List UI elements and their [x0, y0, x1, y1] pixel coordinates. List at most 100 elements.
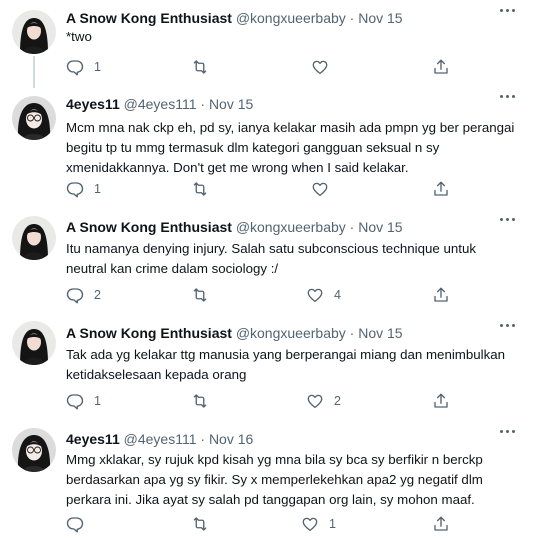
user-handle[interactable]: @kongxueerbaby	[236, 219, 346, 235]
user-handle[interactable]: @kongxueerbaby	[236, 10, 346, 26]
thread-connector-line	[33, 56, 35, 88]
display-name[interactable]: A Snow Kong Enthusiast	[66, 325, 232, 341]
header-separator: ·	[349, 325, 355, 341]
tweet-text: Mcm mna nak ckp eh, pd sy, ianya kelakar…	[66, 120, 515, 175]
tweet-date[interactable]: Nov 15	[209, 96, 253, 112]
user-handle[interactable]: @4eyes111	[124, 431, 197, 447]
like-button[interactable]	[311, 57, 339, 77]
reply-button[interactable]: 1	[66, 391, 101, 411]
like-button[interactable]: 4	[306, 285, 341, 305]
heart-icon	[312, 60, 328, 75]
tweet[interactable]: 4eyes11 @4eyes111 · Nov 15 Mcm mna nak c…	[0, 88, 534, 208]
reply-icon	[66, 394, 84, 410]
more-options-icon[interactable]	[500, 9, 516, 13]
share-button[interactable]	[432, 57, 450, 77]
avatar[interactable]	[12, 96, 56, 140]
like-count: 1	[329, 517, 336, 531]
tweet-text: *two	[66, 29, 92, 44]
reply-icon	[66, 288, 84, 304]
user-handle[interactable]: @kongxueerbaby	[236, 325, 346, 341]
share-button[interactable]	[432, 179, 450, 199]
like-count: 2	[334, 394, 341, 408]
header-separator: ·	[349, 10, 355, 26]
reply-count: 2	[94, 288, 101, 302]
retweet-icon	[193, 394, 207, 408]
share-icon	[434, 59, 448, 74]
header-separator: ·	[200, 431, 206, 447]
share-button[interactable]	[432, 285, 450, 305]
user-handle[interactable]: @4eyes111	[124, 96, 197, 112]
tweet-actions: 2 4	[66, 285, 466, 305]
like-button[interactable]: 1	[301, 514, 336, 534]
tweet[interactable]: A Snow Kong Enthusiast @kongxueerbaby · …	[0, 313, 534, 420]
tweet-actions: 1	[66, 57, 466, 77]
display-name[interactable]: 4eyes11	[66, 431, 120, 447]
more-options-icon[interactable]	[500, 218, 516, 222]
reply-button[interactable]: 2	[66, 285, 101, 305]
tweet-actions: 1	[66, 179, 466, 199]
avatar[interactable]	[12, 216, 56, 260]
share-icon	[434, 393, 448, 408]
more-options-icon[interactable]	[500, 95, 516, 99]
share-button[interactable]	[432, 391, 450, 411]
tweet-date[interactable]: Nov 16	[209, 431, 253, 447]
avatar[interactable]	[12, 10, 56, 54]
tweet-text: Tak ada yg kelakar ttg manusia yang berp…	[66, 347, 506, 382]
tweet-text: Mmg xklakar, sy rujuk kpd kisah yg mna b…	[66, 452, 483, 507]
reply-button[interactable]: 1	[66, 57, 101, 77]
tweet-header: 4eyes11 @4eyes111 · Nov 15	[66, 94, 253, 114]
retweet-icon	[193, 517, 207, 531]
tweet-date[interactable]: Nov 15	[358, 10, 402, 26]
tweet-date[interactable]: Nov 15	[358, 219, 402, 235]
display-name[interactable]: A Snow Kong Enthusiast	[66, 219, 232, 235]
retweet-button[interactable]	[190, 179, 220, 199]
retweet-icon	[193, 182, 207, 196]
reply-icon	[66, 517, 84, 533]
tweet-actions: 1 2	[66, 391, 466, 411]
more-options-icon[interactable]	[500, 324, 516, 328]
like-button[interactable]: 2	[306, 391, 341, 411]
more-options-icon[interactable]	[500, 430, 516, 434]
header-separator: ·	[200, 96, 206, 112]
tweet-header: A Snow Kong Enthusiast @kongxueerbaby · …	[66, 323, 403, 343]
retweet-button[interactable]	[190, 57, 220, 77]
retweet-button[interactable]	[190, 285, 220, 305]
reply-icon	[66, 182, 84, 198]
retweet-icon	[193, 60, 207, 74]
reply-count: 1	[94, 182, 101, 196]
heart-icon	[307, 288, 323, 303]
header-separator: ·	[349, 219, 355, 235]
retweet-button[interactable]	[190, 514, 220, 534]
reply-button[interactable]	[66, 514, 94, 534]
tweet-header: A Snow Kong Enthusiast @kongxueerbaby · …	[66, 8, 403, 28]
tweet-date[interactable]: Nov 15	[358, 325, 402, 341]
tweet-text: Itu namanya denying injury. Salah satu s…	[66, 241, 477, 276]
share-button[interactable]	[432, 514, 450, 534]
reply-button[interactable]: 1	[66, 179, 101, 199]
heart-icon	[302, 517, 318, 532]
tweet[interactable]: A Snow Kong Enthusiast @kongxueerbaby · …	[0, 208, 534, 313]
display-name[interactable]: A Snow Kong Enthusiast	[66, 10, 232, 26]
reply-count: 1	[94, 394, 101, 408]
tweet-actions: 1	[66, 514, 466, 534]
avatar[interactable]	[12, 321, 56, 365]
share-icon	[434, 516, 448, 531]
share-icon	[434, 181, 448, 196]
long-haired-woman-avatar-icon	[12, 321, 56, 365]
tweet-header: A Snow Kong Enthusiast @kongxueerbaby · …	[66, 217, 403, 237]
like-button[interactable]	[311, 179, 339, 199]
display-name[interactable]: 4eyes11	[66, 96, 120, 112]
retweet-icon	[193, 288, 207, 302]
long-haired-woman-avatar-icon	[12, 216, 56, 260]
tweet[interactable]: A Snow Kong Enthusiast @kongxueerbaby · …	[0, 0, 534, 88]
retweet-button[interactable]	[190, 391, 220, 411]
avatar[interactable]	[12, 428, 56, 472]
long-haired-woman-avatar-icon	[12, 10, 56, 54]
heart-icon	[312, 182, 328, 197]
reply-count: 1	[94, 60, 101, 74]
tweet[interactable]: 4eyes11 @4eyes111 · Nov 16 Mmg xklakar, …	[0, 420, 534, 538]
tweet-header: 4eyes11 @4eyes111 · Nov 16	[66, 429, 253, 449]
heart-icon	[307, 394, 323, 409]
like-count: 4	[334, 288, 341, 302]
reply-icon	[66, 60, 84, 76]
